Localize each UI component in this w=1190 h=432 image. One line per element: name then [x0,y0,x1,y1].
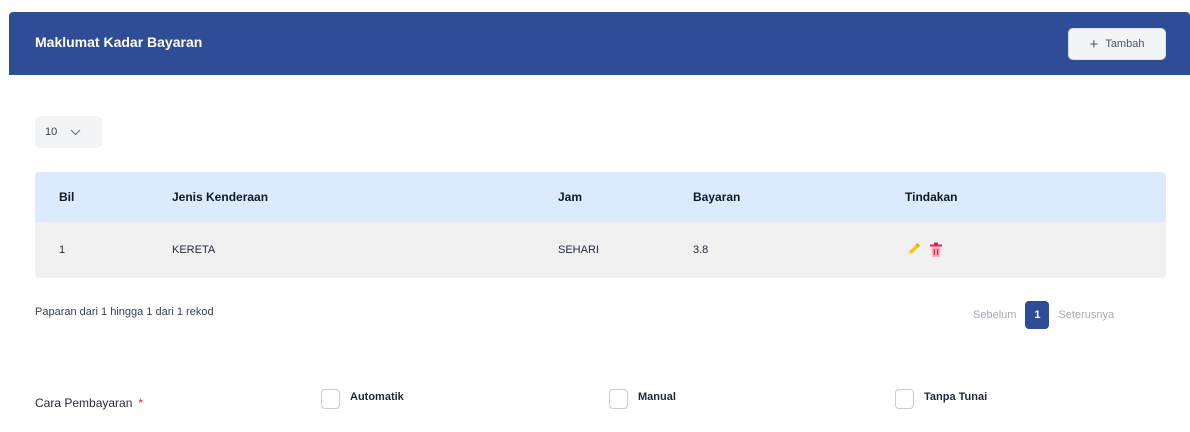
cell-bil: 1 [59,244,66,256]
checkbox-manual[interactable]: Manual [609,388,676,409]
page-size-value: 10 [45,126,58,138]
pagination-page-1[interactable]: 1 [1025,301,1050,329]
payment-rate-card: Maklumat Kadar Bayaran + Tambah 10 Bil J… [9,12,1190,432]
add-button[interactable]: + Tambah [1068,28,1166,60]
table-row: 1 KERETA SEHARI 3.8 [35,222,1166,278]
checkbox-box[interactable] [609,389,628,409]
plus-icon: + [1089,35,1099,53]
checkbox-label-manual: Manual [638,391,676,403]
pagination-previous[interactable]: Sebelum [973,309,1016,321]
column-header-jenis-kenderaan: Jenis Kenderaan [172,190,269,204]
checkbox-label-automatik: Automatik [350,391,404,403]
table-header: Bil Jenis Kenderaan Jam Bayaran Tindakan [35,172,1166,222]
page-size-select[interactable]: 10 [35,116,102,148]
pencil-icon[interactable] [905,242,921,258]
column-header-jam: Jam [558,190,583,204]
column-header-bayaran: Bayaran [693,190,741,204]
card-header: Maklumat Kadar Bayaran + Tambah [9,12,1190,75]
records-info: Paparan dari 1 hingga 1 dari 1 rekod [35,306,214,318]
checkbox-automatik[interactable]: Automatik [321,388,404,409]
checkbox-box[interactable] [895,389,914,409]
trash-icon[interactable] [929,242,943,258]
card-title: Maklumat Kadar Bayaran [35,34,203,50]
payment-method-label: Cara Pembayaran * [35,396,143,410]
rates-table: Bil Jenis Kenderaan Jam Bayaran Tindakan… [35,172,1166,278]
pagination-next[interactable]: Seterusnya [1058,309,1114,321]
cell-bayaran: 3.8 [693,244,709,256]
pagination: Sebelum 1 Seterusnya [973,301,1114,329]
chevron-down-icon [70,129,81,135]
payment-method-label-text: Cara Pembayaran [35,396,133,410]
cell-jam: SEHARI [558,244,599,256]
required-indicator: * [138,396,144,410]
checkbox-label-tanpa-tunai: Tanpa Tunai [924,391,988,403]
add-button-label: Tambah [1105,38,1145,50]
row-actions [905,242,943,258]
checkbox-box[interactable] [321,389,340,409]
checkbox-tanpa-tunai[interactable]: Tanpa Tunai [895,388,987,409]
column-header-bil: Bil [59,190,75,204]
cell-jenis-kenderaan: KERETA [172,244,216,256]
column-header-tindakan: Tindakan [905,190,958,204]
